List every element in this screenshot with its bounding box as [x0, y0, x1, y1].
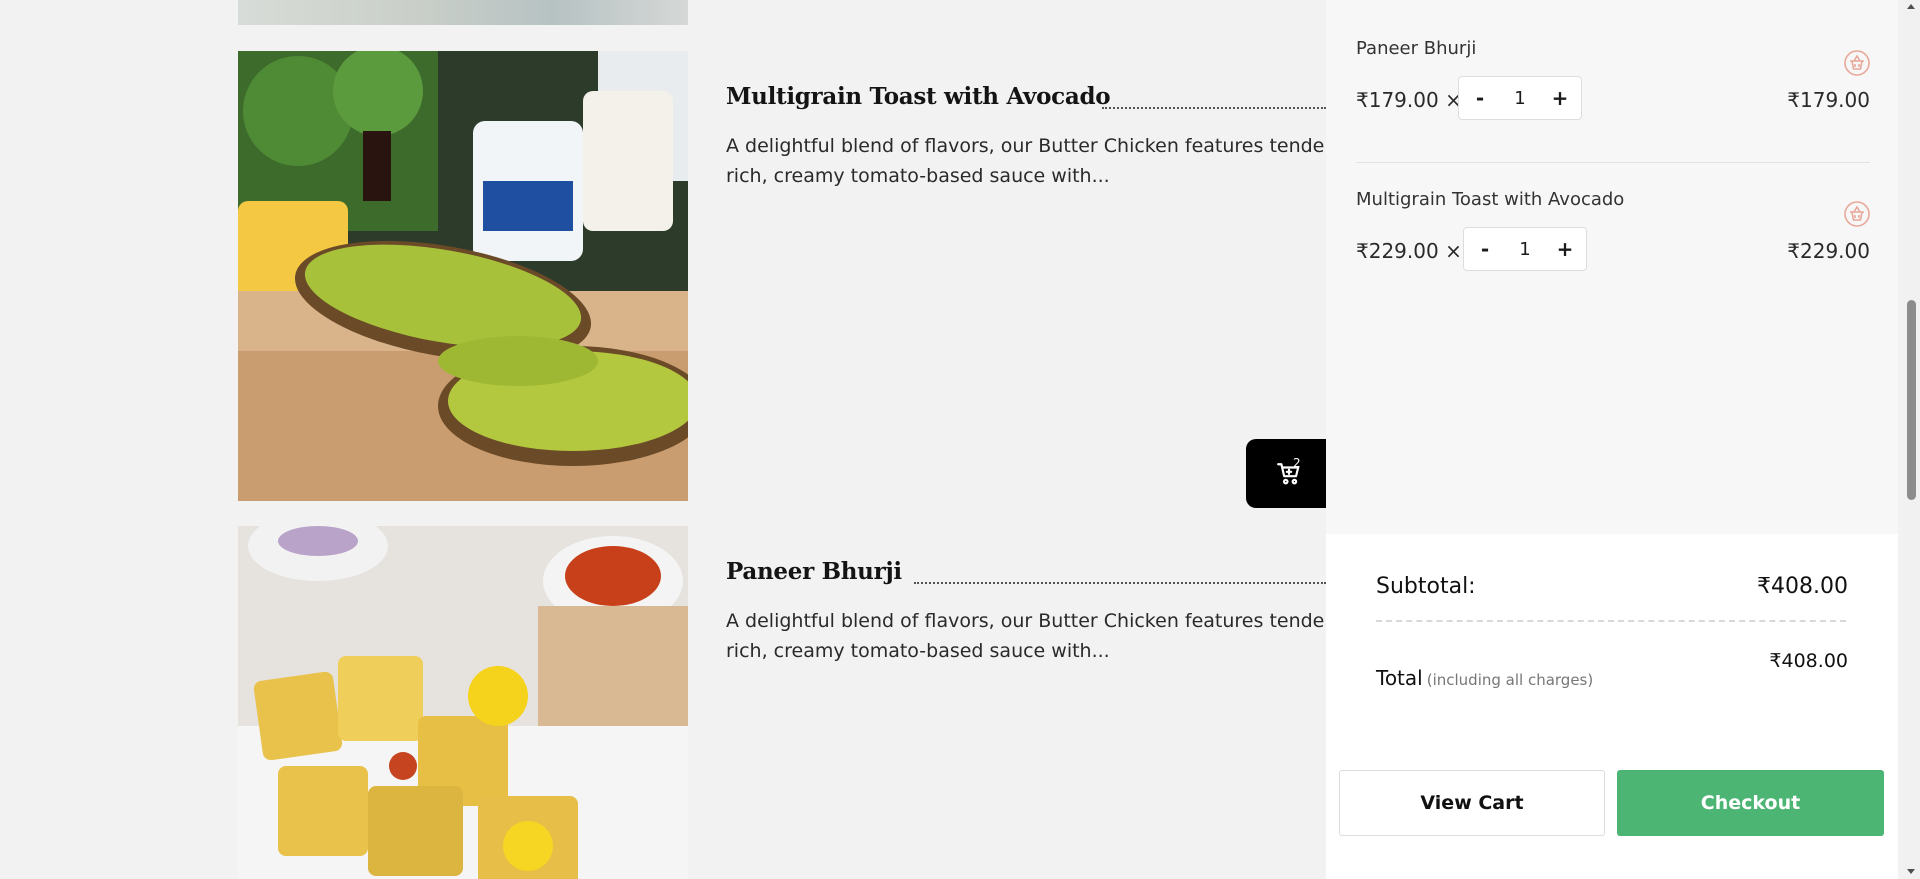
- total-label-text: Total: [1376, 666, 1423, 690]
- quantity-value[interactable]: 1: [1519, 239, 1530, 260]
- view-cart-button[interactable]: View Cart: [1339, 770, 1605, 836]
- menu-item-description: A delightful blend of flavors, our Butte…: [726, 606, 1326, 666]
- cart-item-line-total: ₹229.00: [1787, 239, 1870, 263]
- description-line: A delightful blend of flavors, our Butte…: [726, 135, 1326, 157]
- decrease-quantity-button[interactable]: -: [1476, 237, 1494, 261]
- floating-cart-button[interactable]: 2: [1246, 439, 1332, 508]
- description-line: rich, creamy tomato-based sauce with...: [726, 640, 1110, 662]
- dotted-leader: [914, 582, 1326, 584]
- menu-item-title[interactable]: Paneer Bhurji: [726, 558, 902, 585]
- trash-basket-icon[interactable]: [1844, 201, 1870, 227]
- subtotal-label: Subtotal:: [1376, 574, 1476, 599]
- total-label: Total (including all charges): [1376, 666, 1593, 690]
- total-value: ₹408.00: [1769, 650, 1848, 672]
- checkout-button[interactable]: Checkout: [1617, 770, 1884, 836]
- subtotal-value: ₹408.00: [1757, 574, 1848, 599]
- cart-totals: Subtotal: ₹408.00 Total (including all ch…: [1326, 534, 1898, 879]
- page-scrollbar[interactable]: [1903, 0, 1920, 879]
- dotted-leader: [1102, 107, 1326, 109]
- cart-count-badge: 2: [1293, 456, 1301, 470]
- cart-item-name: Multigrain Toast with Avocado: [1356, 189, 1625, 210]
- cart-item-divider: [1356, 162, 1870, 163]
- quantity-value[interactable]: 1: [1514, 88, 1525, 109]
- scroll-thumb[interactable]: [1907, 300, 1916, 500]
- totals-divider: [1376, 620, 1846, 622]
- menu-item-description: A delightful blend of flavors, our Butte…: [726, 131, 1326, 191]
- description-line: A delightful blend of flavors, our Butte…: [726, 610, 1326, 632]
- cart-item-line-total: ₹179.00: [1787, 88, 1870, 112]
- increase-quantity-button[interactable]: +: [1551, 86, 1569, 110]
- side-cart-panel: Paneer Bhurji ₹179.00 × 1 - 1 + ₹179.00 …: [1326, 0, 1898, 879]
- cart-item: Paneer Bhurji ₹179.00 × 1 - 1 + ₹179.00: [1356, 38, 1870, 120]
- quantity-stepper: - 1 +: [1458, 76, 1582, 120]
- menu-item-image-avocado-toast[interactable]: [238, 51, 688, 501]
- trash-basket-icon[interactable]: [1844, 50, 1870, 76]
- description-line: rich, creamy tomato-based sauce with...: [726, 165, 1110, 187]
- total-note: (including all charges): [1426, 671, 1594, 689]
- cart-item-name: Paneer Bhurji: [1356, 38, 1477, 59]
- decrease-quantity-button[interactable]: -: [1471, 86, 1489, 110]
- scroll-up-arrow-icon[interactable]: [1907, 4, 1915, 9]
- increase-quantity-button[interactable]: +: [1556, 237, 1574, 261]
- menu-item-image-paneer-bhurji[interactable]: [238, 526, 688, 879]
- quantity-stepper: - 1 +: [1463, 227, 1587, 271]
- scroll-down-arrow-icon[interactable]: [1907, 869, 1915, 874]
- menu-item-title[interactable]: Multigrain Toast with Avocado: [726, 83, 1111, 110]
- menu-item-image-partial: [238, 0, 688, 25]
- cart-item: Multigrain Toast with Avocado ₹229.00 × …: [1356, 189, 1870, 271]
